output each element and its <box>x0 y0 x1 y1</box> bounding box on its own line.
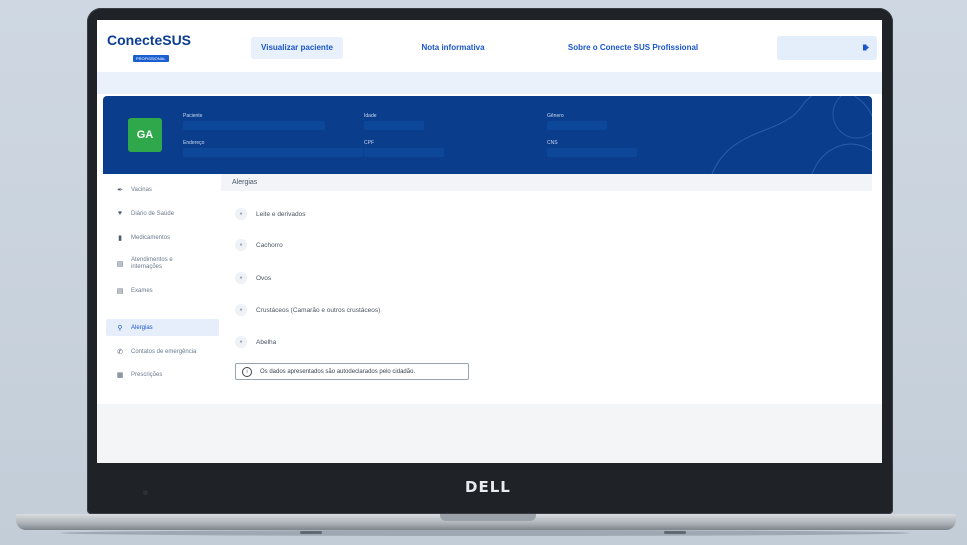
allergy-icon: ● <box>235 336 247 348</box>
allergy-icon: ● <box>235 272 247 284</box>
sidebar-item-prescricoes[interactable]: ▦ Prescrições <box>106 366 219 383</box>
logout-button[interactable] <box>777 36 877 60</box>
logo-subtitle: PROFISSIONAL <box>133 55 169 62</box>
allergy-item: ● Leite e derivados <box>235 207 306 221</box>
device-logo: DELL <box>465 478 511 496</box>
sidebar-item-label: Vacinas <box>131 186 152 193</box>
allergy-item: ● Ovos <box>235 271 271 285</box>
laptop-notch <box>440 514 536 521</box>
nav-nota-informativa[interactable]: Nota informativa <box>413 37 493 59</box>
allergy-icon: ● <box>235 239 247 251</box>
pill-bottle-icon: ▮ <box>118 234 122 242</box>
sidebar-item-label: Diário de Saúde <box>131 210 175 217</box>
main-content: Alergias ● Leite e derivados ● Cachorro … <box>221 174 872 404</box>
allergy-label: Cachorro <box>256 241 283 249</box>
avatar: GA <box>128 118 162 152</box>
logo-text: ConecteSUS <box>107 32 192 48</box>
patient-banner: GA Paciente Endereço Idade CPF Gênero CN… <box>103 96 872 174</box>
webcam-dot <box>143 490 148 495</box>
laptop-foot <box>664 531 686 534</box>
allergy-icon: ● <box>235 304 247 316</box>
sidebar-item-alergias[interactable]: ⚲ Alergias <box>106 319 219 336</box>
label-idade: Idade <box>364 113 377 119</box>
sidebar-item-label: Contatos de emergência <box>131 348 197 355</box>
sidebar-item-label: Alergias <box>131 324 153 331</box>
sidebar-item-label: Exames <box>131 287 153 294</box>
sidebar-item-diario[interactable]: ♥ Diário de Saúde <box>106 205 219 222</box>
sidebar-item-label: Medicamentos <box>131 234 171 241</box>
label-endereco: Endereço <box>183 140 205 146</box>
laptop-foot <box>300 531 322 534</box>
sidebar-item-vacinas[interactable]: ✒ Vacinas <box>106 181 219 198</box>
lab-icon: ▤ <box>116 287 124 295</box>
syringe-icon: ✒ <box>117 186 123 194</box>
clipboard-icon: ▦ <box>116 371 124 379</box>
value-cpf <box>364 148 444 157</box>
sidebar-item-label: Atendimentos e internações <box>131 257 173 270</box>
search-icon: ⚲ <box>117 324 123 332</box>
label-genero: Gênero <box>547 113 564 119</box>
self-declared-notice: i Os dados apresentados são autodeclarad… <box>235 363 469 380</box>
allergy-icon: ● <box>235 208 247 220</box>
screen: ConecteSUS PROFISSIONAL Visualizar pacie… <box>97 20 882 463</box>
conectesus-logo[interactable]: ConecteSUS PROFISSIONAL <box>107 33 191 65</box>
allergy-label: Crustáceos (Camarão e outros crustáceos) <box>256 306 381 314</box>
banner-decoration <box>711 96 872 174</box>
allergy-label: Leite e derivados <box>256 210 306 218</box>
sidebar-item-atendimentos[interactable]: ▤ Atendimentos e internações <box>106 253 219 275</box>
value-idade <box>364 121 424 130</box>
value-endereco <box>183 148 363 157</box>
nav-visualizar-paciente[interactable]: Visualizar paciente <box>251 37 343 59</box>
label-cns: CNS <box>547 140 558 146</box>
allergy-item: ● Crustáceos (Camarão e outros crustáceo… <box>235 303 380 317</box>
logout-icon <box>863 44 869 51</box>
notice-text: Os dados apresentados são autodeclarados… <box>260 368 416 375</box>
allergy-item: ● Cachorro <box>235 238 283 252</box>
hospital-icon: ▤ <box>116 261 124 268</box>
nav-sobre[interactable]: Sobre o Conecte SUS Profissional <box>563 37 703 59</box>
app-header: ConecteSUS PROFISSIONAL Visualizar pacie… <box>97 20 882 72</box>
sidebar-item-medicamentos[interactable]: ▮ Medicamentos <box>106 229 219 246</box>
value-genero <box>547 121 607 130</box>
label-cpf: CPF <box>364 140 374 146</box>
label-paciente: Paciente <box>183 113 203 119</box>
sidebar-item-contatos[interactable]: ✆ Contatos de emergência <box>106 343 219 360</box>
allergy-item: ● Abelha <box>235 335 276 349</box>
allergy-label: Ovos <box>256 274 272 282</box>
value-cns <box>547 148 637 157</box>
allergy-label: Abelha <box>256 338 277 346</box>
laptop-shadow <box>60 530 910 536</box>
info-icon: i <box>242 366 252 377</box>
phone-icon: ✆ <box>117 348 123 356</box>
header-subband <box>97 72 882 94</box>
sidebar-item-exames[interactable]: ▤ Exames <box>106 282 219 299</box>
sidebar-item-label: Prescrições <box>131 371 163 378</box>
sidebar: ✒ Vacinas ♥ Diário de Saúde ▮ Medicament… <box>103 174 222 404</box>
value-paciente <box>183 121 325 130</box>
section-title: Alergias <box>221 174 872 191</box>
page-footer-area <box>97 404 882 463</box>
heart-icon: ♥ <box>117 210 123 217</box>
